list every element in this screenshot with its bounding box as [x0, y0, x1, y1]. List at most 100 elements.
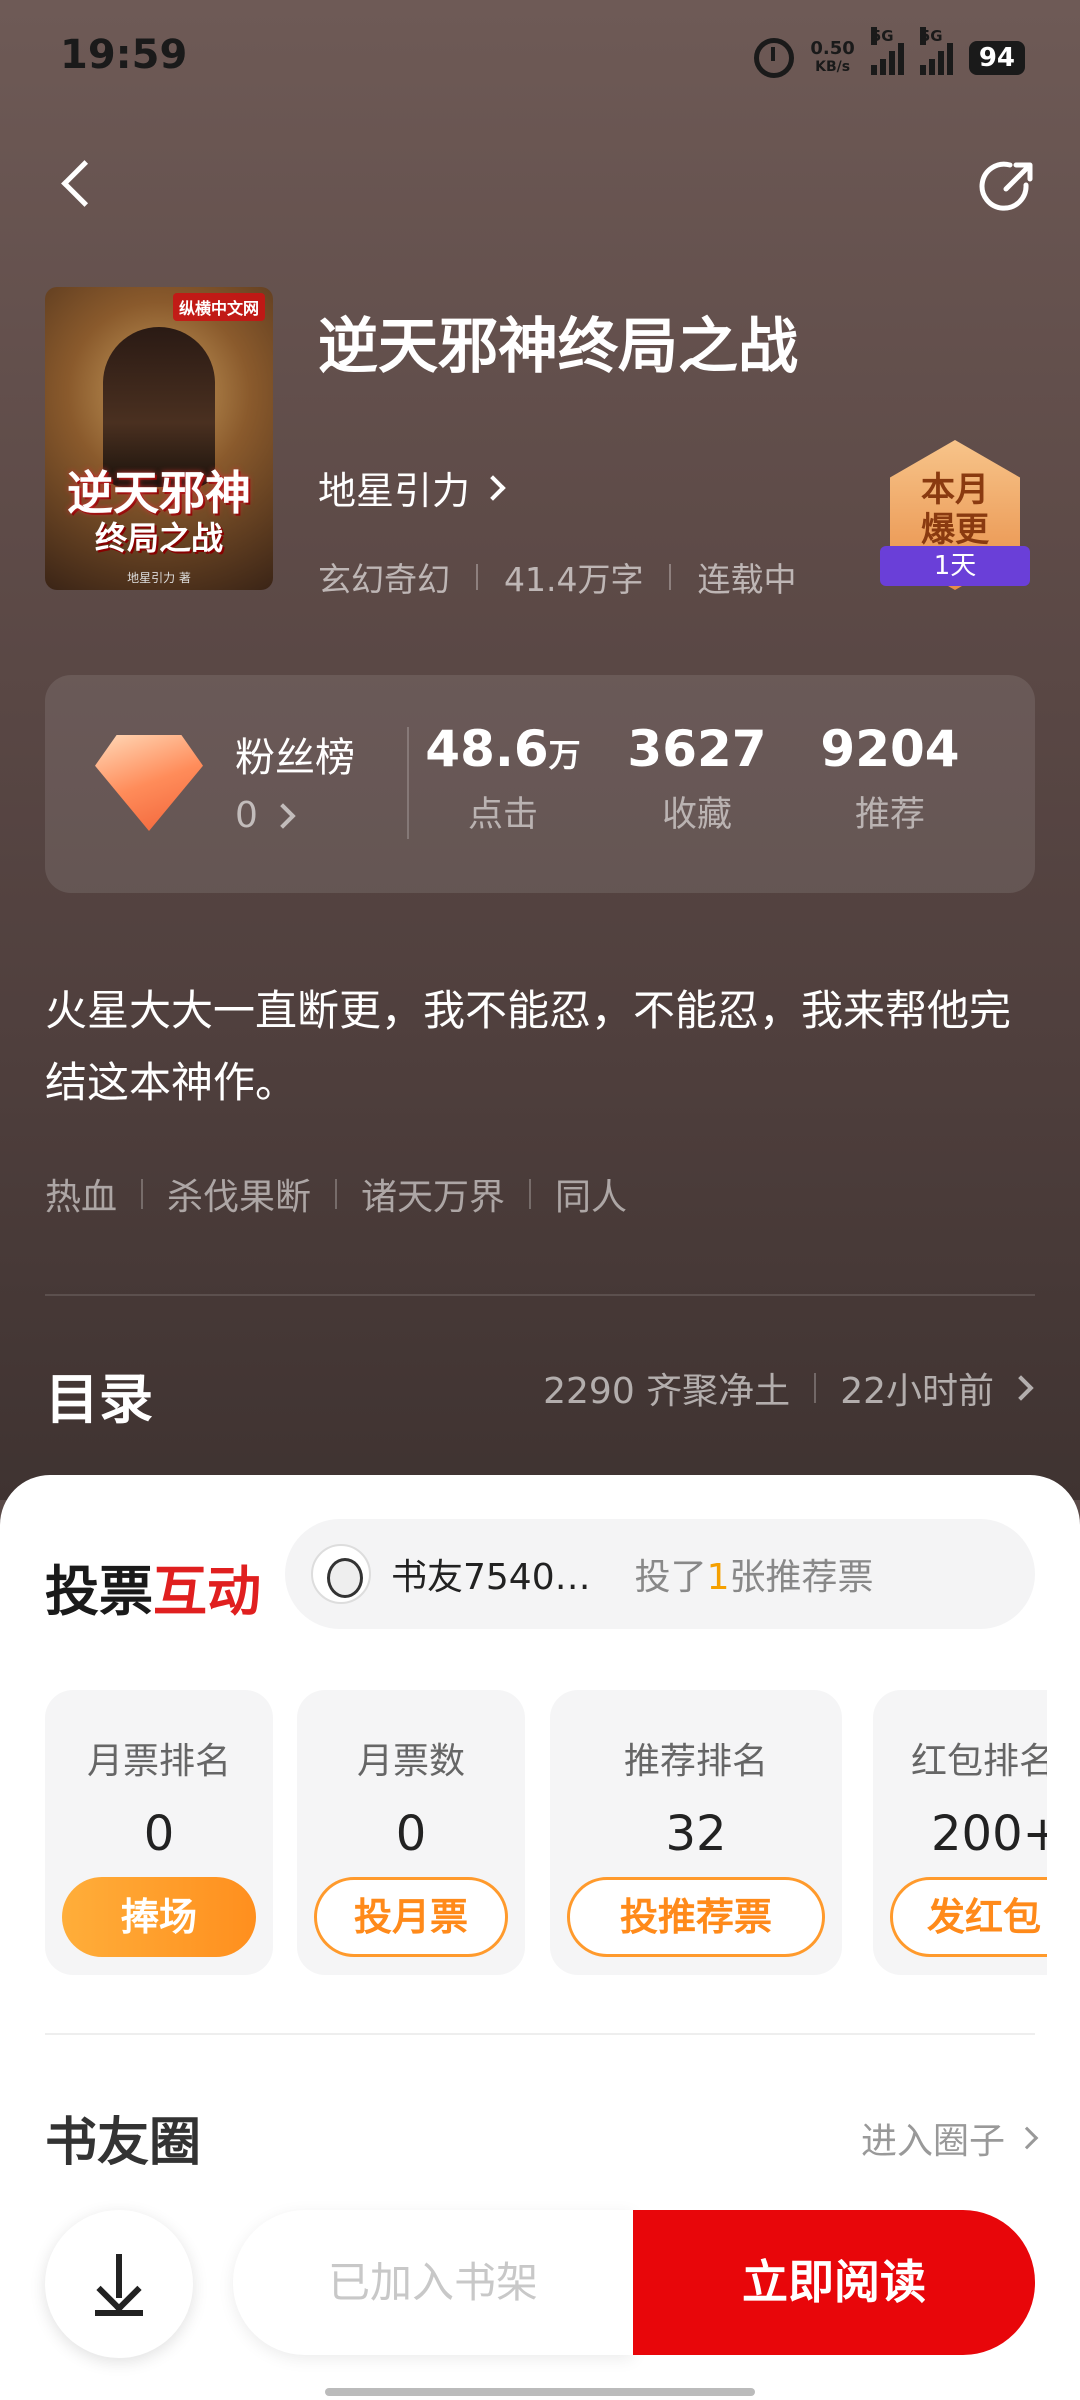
recommend-vote-button[interactable]: 投推荐票: [567, 1877, 825, 1957]
favorites-label: 收藏: [661, 795, 732, 835]
vote-card-recommend-rank: 推荐排名 32 投推荐票: [550, 1690, 842, 1975]
vote-activity-ticker[interactable]: 书友7540… 投了1张推荐票: [285, 1519, 1035, 1629]
signal-icon: 5G: [870, 27, 904, 75]
card-value: 32: [665, 1806, 727, 1862]
red-packet-button[interactable]: 发红包: [890, 1877, 1047, 1957]
card-value: 0: [143, 1806, 175, 1862]
card-value: 200+: [931, 1806, 1047, 1862]
tag-item[interactable]: 热血: [45, 1168, 117, 1220]
update-time: 22小时前: [840, 1371, 994, 1412]
tag-item[interactable]: 诸天万界: [361, 1168, 505, 1220]
medal-line2: 爆更: [921, 510, 989, 550]
section-divider: [45, 1294, 1035, 1296]
tag-item[interactable]: 同人: [555, 1168, 627, 1220]
enter-circle-label: 进入圈子: [860, 2121, 1005, 2162]
book-genre: 玄幻奇幻: [318, 560, 450, 599]
alarm-icon: [754, 38, 795, 78]
card-label: 红包排名: [911, 1741, 1047, 1782]
cover-author: 地星引力 著: [127, 571, 191, 585]
network-speed-value: 0.50: [810, 38, 855, 59]
vote-card-monthly-votes: 月票数 0 投月票: [297, 1690, 525, 1975]
medal-line1: 本月: [921, 470, 989, 510]
chevron-right-icon: [1008, 1375, 1034, 1401]
enter-circle-link[interactable]: 进入圈子: [860, 2112, 1039, 2164]
monthly-vote-button[interactable]: 投月票: [314, 1877, 508, 1957]
book-meta: 玄幻奇幻 41.4万字 连载中: [318, 553, 796, 601]
activity-user: 书友7540…: [391, 1557, 591, 1598]
share-icon: [979, 161, 1033, 211]
back-button[interactable]: [50, 155, 110, 215]
divider: [407, 727, 409, 839]
clicks-value: 48.6: [425, 720, 549, 778]
divider: [529, 1179, 532, 1209]
chevron-right-icon: [480, 474, 506, 501]
download-button[interactable]: [45, 2210, 193, 2358]
book-title: 逆天邪神终局之战: [318, 312, 798, 382]
card-label: 月票排名: [86, 1741, 231, 1782]
vote-card-monthly-rank: 月票排名 0 捧场: [45, 1690, 273, 1975]
fan-rank-label[interactable]: 粉丝榜: [235, 725, 355, 783]
card-label: 推荐排名: [623, 1741, 768, 1782]
divider: [141, 1179, 144, 1209]
fan-rank-value: 0: [235, 795, 258, 836]
chevron-right-icon: [1015, 2126, 1039, 2150]
network-speed-unit: KB/s: [815, 59, 851, 75]
book-description[interactable]: 火星大大一直断更，我不能忍，不能忍，我来帮他完结这本神作。: [45, 975, 1045, 1119]
vote-cards: 月票排名 0 捧场 月票数 0 投月票 推荐排名 32 投推荐票 红包排名 20…: [45, 1690, 1047, 1980]
card-value: 0: [395, 1806, 427, 1862]
toc-title: 目录: [45, 1367, 153, 1431]
recommend-stat: 9204 推荐: [810, 720, 970, 837]
download-icon: [95, 2310, 143, 2316]
card-label: 月票数: [356, 1741, 465, 1782]
cover-title-line2: 终局之战: [94, 519, 223, 557]
vote-card-redpacket-rank: 红包排名 200+ 发红包: [873, 1690, 1047, 1975]
read-now-button[interactable]: 立即阅读: [633, 2210, 1035, 2355]
tag-list: 热血 杀伐果断 诸天万界 同人: [45, 1168, 627, 1220]
clicks-stat: 48.6万 点击: [423, 720, 583, 837]
vote-title-part2: 互动: [153, 1559, 261, 1623]
medal-ribbon: 1天: [880, 546, 1030, 586]
signal-icon-2: 5G: [919, 27, 953, 75]
medal-text: 本月 爆更: [890, 470, 1020, 550]
signal-label-2: 5G: [919, 27, 943, 45]
signal-label: 5G: [870, 27, 894, 45]
favorites-value: 3627: [627, 720, 767, 778]
activity-text: 投了1张推荐票: [635, 1548, 874, 1600]
fan-rank-link[interactable]: 0: [235, 795, 296, 836]
toc-link[interactable]: 2290 齐聚净土 22小时前: [543, 1362, 1034, 1414]
diamond-icon: [95, 735, 203, 831]
tag-item[interactable]: 杀伐果断: [167, 1168, 311, 1220]
added-to-shelf-button[interactable]: 已加入书架: [233, 2210, 633, 2355]
divider: [669, 564, 672, 590]
divider: [476, 564, 478, 590]
vote-section-title: 投票互动: [45, 1547, 261, 1626]
network-speed: 0.50 KB/s: [810, 40, 854, 76]
latest-chapter: 2290 齐聚净土: [543, 1371, 791, 1412]
cheer-button[interactable]: 捧场: [62, 1877, 256, 1957]
activity-count: 1: [706, 1557, 730, 1598]
activity-pre: 投了: [634, 1557, 707, 1598]
recommend-label: 推荐: [854, 795, 925, 835]
section-divider: [45, 2033, 1035, 2035]
book-status: 连载中: [697, 560, 797, 599]
vote-title-part1: 投票: [45, 1559, 153, 1623]
avatar: [311, 1544, 371, 1604]
recommend-value: 9204: [820, 720, 960, 778]
stats-card: 粉丝榜 0 48.6万 点击 3627 收藏 9204 推荐: [45, 675, 1035, 893]
home-indicator[interactable]: [325, 2388, 755, 2396]
clicks-label: 点击: [467, 795, 538, 835]
battery-indicator: 94: [968, 41, 1025, 75]
share-button[interactable]: [976, 155, 1040, 219]
status-bar: 19:59 0.50 KB/s 5G 5G 94: [0, 0, 1080, 110]
book-word-count: 41.4万字: [504, 560, 644, 599]
divider: [335, 1179, 338, 1209]
publisher-badge: 纵横中文网: [172, 293, 265, 321]
book-cover[interactable]: 纵横中文网 逆天邪神 终局之战 地星引力 著: [45, 287, 273, 590]
favorites-stat: 3627 收藏: [617, 720, 777, 837]
author-link[interactable]: 地星引力: [318, 460, 506, 515]
bottom-action-bar: 已加入书架 立即阅读: [0, 2195, 1080, 2358]
divider: [814, 1373, 817, 1403]
clicks-unit: 万: [548, 736, 581, 774]
monthly-update-medal[interactable]: 本月 爆更 1天: [880, 440, 1030, 600]
activity-post: 张推荐票: [729, 1557, 874, 1598]
